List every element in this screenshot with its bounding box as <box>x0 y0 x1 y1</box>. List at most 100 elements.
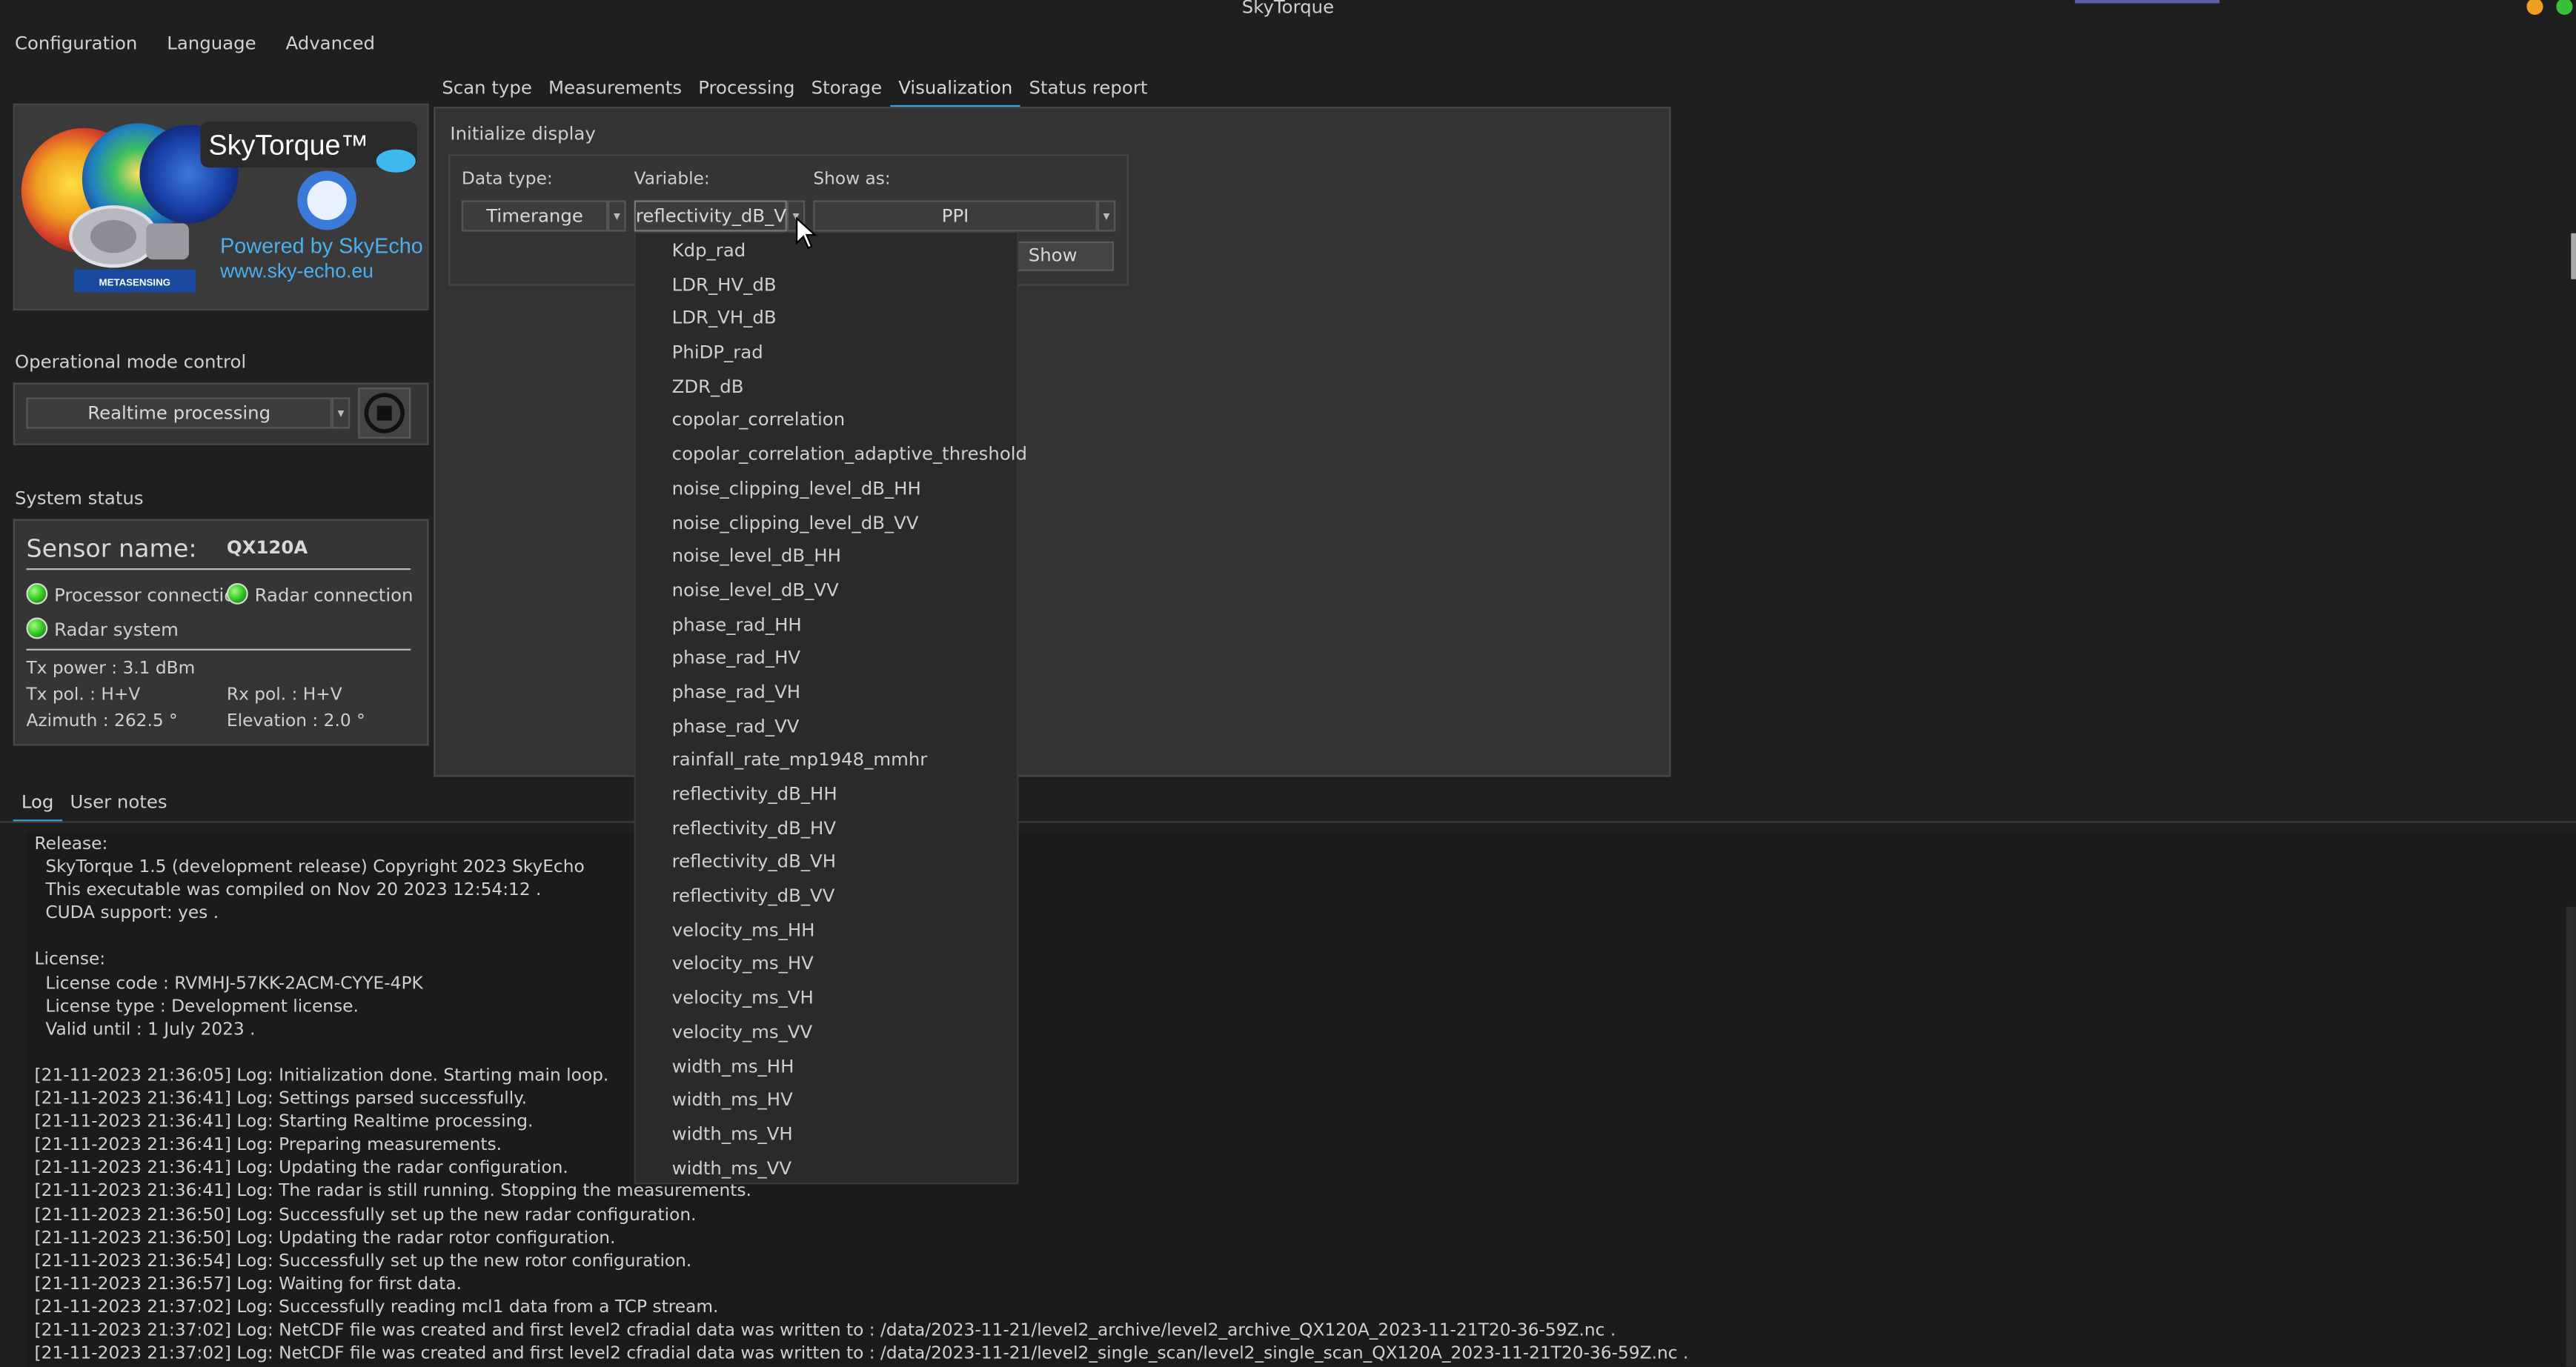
dropdown-item[interactable]: velocity_ms_HH <box>636 914 1017 948</box>
log-line: Release: <box>34 834 108 854</box>
menu-bar: Configuration Language Advanced <box>0 30 390 59</box>
dropdown-item[interactable]: copolar_correlation <box>636 405 1017 439</box>
title-underline <box>2074 0 2220 4</box>
log-line: License code : RVMHJ-57KK-2ACM-CYYE-4PK <box>34 973 423 994</box>
log-lines: Release: SkyTorque 1.5 (development rele… <box>26 833 2575 1366</box>
dropdown-item[interactable]: noise_clipping_level_dB_HH <box>636 473 1017 507</box>
dropdown-item[interactable]: width_ms_VH <box>636 1118 1017 1152</box>
log-line: This executable was compiled on Nov 20 2… <box>34 880 542 901</box>
dropdown-item[interactable]: velocity_ms_HV <box>636 948 1017 982</box>
dropdown-item[interactable]: noise_level_dB_HH <box>636 541 1017 575</box>
azimuth: Azimuth : 262.5 ° <box>26 711 178 731</box>
opmode-select-arrow[interactable]: ▾ <box>331 397 351 429</box>
opmode-select[interactable]: Realtime processing <box>26 397 332 429</box>
log-line: [21-11-2023 21:36:50] Log: Updating the … <box>34 1228 616 1248</box>
tx-pol: Tx pol. : H+V <box>26 685 141 705</box>
right-edge-marker <box>2571 233 2576 279</box>
log-line: SkyTorque 1.5 (development release) Copy… <box>34 857 585 877</box>
log-line: License: <box>34 950 106 970</box>
log-output[interactable]: Release: SkyTorque 1.5 (development rele… <box>26 832 2576 1367</box>
dropdown-item[interactable]: LDR_HV_dB <box>636 269 1017 303</box>
log-line: [21-11-2023 21:37:02] Log: Successfully … <box>34 1297 719 1317</box>
radar-system-label: Radar system <box>54 619 179 641</box>
dropdown-item[interactable]: Kdp_rad <box>636 235 1017 269</box>
log-line: Valid until : 1 July 2023 . <box>34 1020 256 1040</box>
bottom-tabs: Log User notes <box>13 788 176 822</box>
log-line: [21-11-2023 21:36:41] Log: Settings pars… <box>34 1088 528 1109</box>
log-line: [21-11-2023 21:36:50] Log: Successfully … <box>34 1205 697 1225</box>
data-type-label: Data type: <box>461 169 553 189</box>
dropdown-item[interactable]: LDR_VH_dB <box>636 303 1017 337</box>
radar-system-led-icon <box>26 617 48 639</box>
menu-configuration[interactable]: Configuration <box>0 30 152 59</box>
show-button[interactable]: Show <box>1005 241 1114 271</box>
log-scrollbar[interactable] <box>2566 906 2576 1367</box>
dropdown-item[interactable]: copolar_correlation_adaptive_threshold <box>636 439 1027 473</box>
radar-connection-led-icon <box>226 582 248 605</box>
data-type-select-arrow[interactable]: ▾ <box>608 200 626 232</box>
dropdown-item[interactable]: phase_rad_HV <box>636 642 1017 676</box>
app-window: SkyTorque Configuration Language Advance… <box>0 0 2576 1367</box>
system-status-label: System status <box>14 488 144 510</box>
opmode-label: Operational mode control <box>14 351 247 373</box>
menu-advanced[interactable]: Advanced <box>271 30 390 59</box>
dropdown-item[interactable]: phase_rad_VV <box>636 711 1017 745</box>
tab-log[interactable]: Log <box>13 788 62 822</box>
tab-status-report[interactable]: Status report <box>1020 74 1155 107</box>
dropdown-item[interactable]: noise_level_dB_VV <box>636 575 1017 609</box>
dropdown-item[interactable]: phase_rad_VH <box>636 676 1017 711</box>
initialize-display-label: Initialize display <box>450 123 596 145</box>
log-frame <box>0 821 2576 823</box>
show-as-select[interactable]: PPI <box>813 200 1098 232</box>
logo-panel: METASENSING SkyTorque™ Powered by SkyEch… <box>13 103 429 310</box>
logo-brand: SkyTorque™ <box>209 129 369 160</box>
dropdown-item[interactable]: width_ms_VV <box>636 1152 1017 1186</box>
divider <box>26 648 411 651</box>
dropdown-item[interactable]: width_ms_HH <box>636 1051 1017 1085</box>
radar-system-status: Radar system <box>26 617 179 641</box>
logo-url: www.sky-echo.eu <box>219 260 374 282</box>
tab-visualization[interactable]: Visualization <box>890 74 1021 107</box>
dropdown-item[interactable]: PhiDP_rad <box>636 337 1017 371</box>
radar-connection-status: Radar connection <box>226 582 414 606</box>
tx-power: Tx power : 3.1 dBm <box>26 658 196 679</box>
dropdown-item[interactable]: width_ms_HV <box>636 1085 1017 1119</box>
log-line: [21-11-2023 21:37:02] Log: NetCDF file w… <box>34 1320 1616 1340</box>
log-line: CUDA support: yes . <box>34 903 219 924</box>
logo-badge: METASENSING <box>99 277 171 288</box>
stop-button[interactable] <box>358 388 411 439</box>
dropdown-item[interactable]: ZDR_dB <box>636 370 1017 405</box>
log-line: [21-11-2023 21:36:41] Log: Updating the … <box>34 1158 568 1179</box>
log-line: [21-11-2023 21:36:41] Log: The radar is … <box>34 1181 751 1202</box>
dropdown-item[interactable]: noise_clipping_level_dB_VV <box>636 507 1017 541</box>
mouse-cursor-icon <box>796 216 817 250</box>
dropdown-item[interactable]: reflectivity_dB_HH <box>636 779 1017 813</box>
processor-connection-status: Processor connection <box>26 582 247 606</box>
show-as-label: Show as: <box>813 169 891 189</box>
log-line: [21-11-2023 21:36:54] Log: Successfully … <box>34 1251 692 1271</box>
radar-connection-label: Radar connection <box>254 585 414 606</box>
show-as-select-arrow[interactable]: ▾ <box>1097 200 1116 232</box>
tab-storage[interactable]: Storage <box>803 74 891 107</box>
tab-processing[interactable]: Processing <box>690 74 803 107</box>
dropdown-item[interactable]: reflectivity_dB_HV <box>636 813 1017 847</box>
tab-scan-type[interactable]: Scan type <box>434 74 540 107</box>
data-type-select[interactable]: Timerange <box>461 200 608 232</box>
variable-select[interactable]: reflectivity_dB_VV <box>634 200 799 232</box>
sensor-name-value: QX120A <box>226 536 308 559</box>
dropdown-item[interactable]: velocity_ms_VV <box>636 1017 1017 1051</box>
divider <box>26 568 411 571</box>
elevation: Elevation : 2.0 ° <box>226 711 365 731</box>
log-line: [21-11-2023 21:36:41] Log: Starting Real… <box>34 1112 534 1132</box>
tab-measurements[interactable]: Measurements <box>540 74 690 107</box>
variable-dropdown-list: Kdp_rad LDR_HV_dB LDR_VH_dB PhiDP_rad ZDR_dB… <box>634 231 1027 1186</box>
dropdown-item[interactable]: reflectivity_dB_VV <box>636 880 1017 914</box>
variable-label: Variable: <box>634 169 710 189</box>
logo-powered: Powered by SkyEcho <box>220 234 423 258</box>
tab-user-notes[interactable]: User notes <box>62 788 175 821</box>
dropdown-item[interactable]: rainfall_rate_mp1948_mmhr <box>636 745 1017 779</box>
menu-language[interactable]: Language <box>152 30 270 59</box>
dropdown-item[interactable]: phase_rad_HH <box>636 608 1017 642</box>
dropdown-item[interactable]: reflectivity_dB_VH <box>636 846 1017 880</box>
dropdown-item[interactable]: velocity_ms_VH <box>636 982 1017 1017</box>
